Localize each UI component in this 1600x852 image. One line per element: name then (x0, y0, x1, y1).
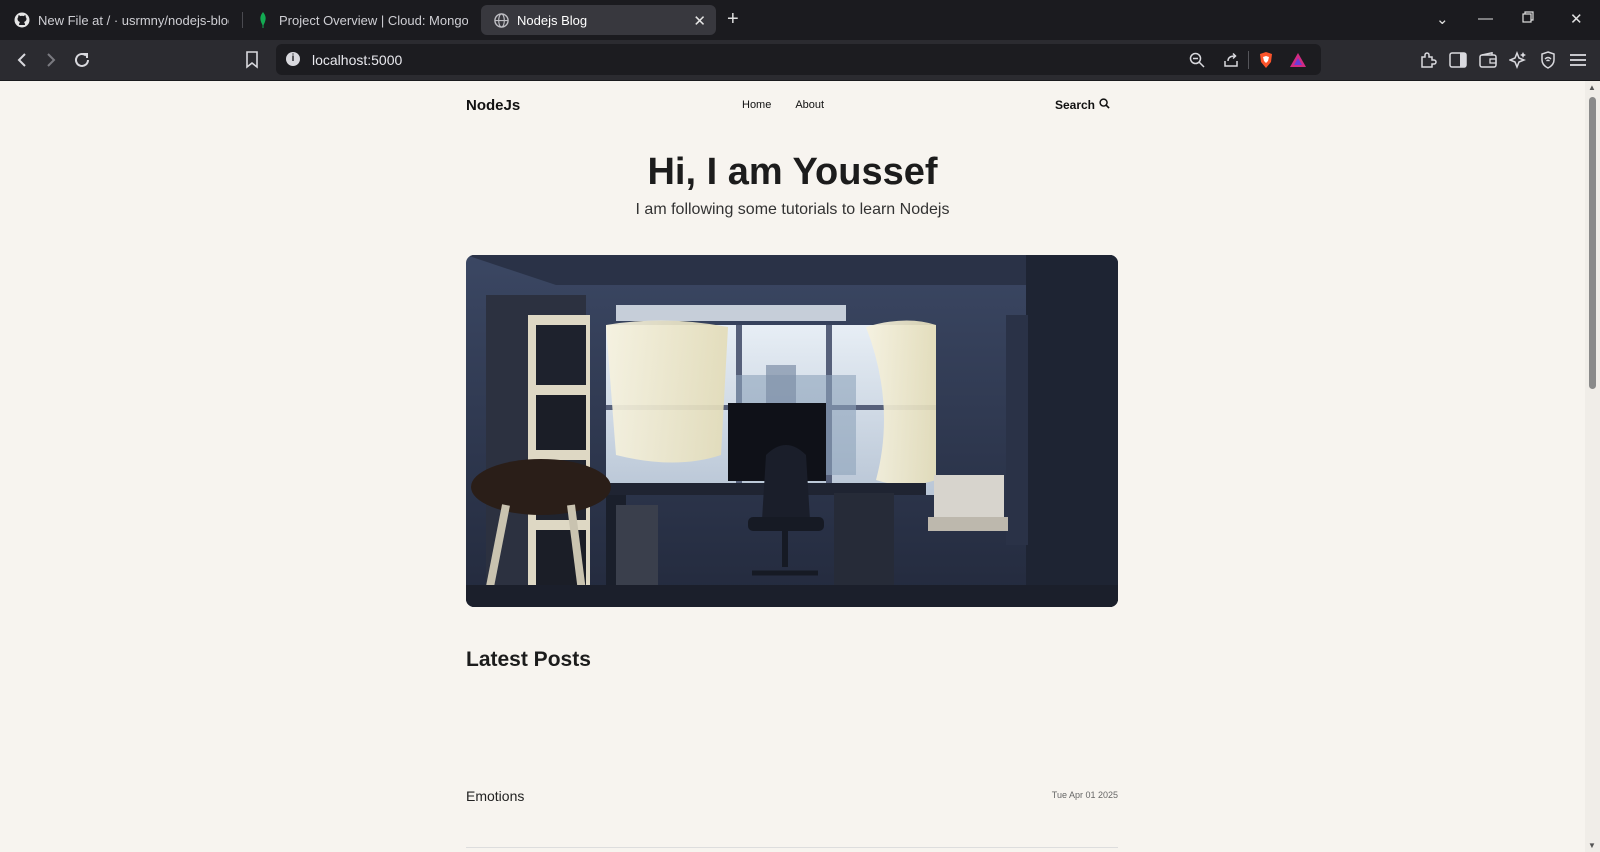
tab-title: Project Overview | Cloud: MongoDB (279, 12, 468, 28)
forward-icon[interactable] (40, 49, 62, 71)
new-tab-icon[interactable]: + (727, 8, 739, 31)
site-nav: Home About (742, 99, 824, 111)
zoom-icon[interactable] (1188, 51, 1206, 69)
scroll-up-arrow-icon[interactable]: ▲ (1588, 83, 1596, 92)
brave-shields-icon[interactable] (1257, 51, 1275, 69)
site-info-icon[interactable]: i (286, 52, 300, 66)
globe-icon (493, 12, 509, 28)
browser-tab-bar: New File at / · usrmny/nodejs-blog Proje… (0, 0, 1600, 40)
wallet-icon[interactable] (1477, 49, 1499, 71)
page-scrollbar[interactable]: ▲ ▼ (1585, 81, 1600, 852)
hero-subtitle: I am following some tutorials to learn N… (635, 201, 950, 218)
tab-mongodb[interactable]: Project Overview | Cloud: MongoDB (255, 5, 468, 35)
restore-window-icon[interactable] (1522, 10, 1534, 27)
post-list-item[interactable]: Emotions Tue Apr 01 2025 (466, 788, 1118, 816)
search-button[interactable]: Search (1055, 98, 1110, 112)
url-bar-divider (1248, 51, 1249, 69)
address-bar[interactable]: i localhost:5000 (276, 44, 1321, 75)
post-date: Tue Apr 01 2025 (1051, 790, 1118, 800)
brave-rewards-icon[interactable] (1289, 51, 1307, 69)
close-window-icon[interactable]: ✕ (1570, 10, 1583, 28)
browser-toolbar: i localhost:5000 (0, 40, 1600, 81)
tab-github[interactable]: New File at / · usrmny/nodejs-blog (14, 5, 229, 35)
search-label: Search (1054, 98, 1095, 112)
sidebar-icon[interactable] (1447, 49, 1469, 71)
share-icon[interactable] (1222, 51, 1240, 69)
search-icon (1099, 98, 1110, 112)
leo-ai-icon[interactable] (1507, 49, 1529, 71)
nav-link-home[interactable]: Home (742, 99, 771, 111)
menu-icon[interactable] (1567, 49, 1589, 71)
latest-posts-heading: Latest Posts (466, 648, 591, 671)
vpn-shield-icon[interactable] (1537, 49, 1559, 71)
scrollbar-thumb[interactable] (1589, 97, 1596, 389)
tab-title: New File at / · usrmny/nodejs-blog (38, 12, 229, 28)
post-title[interactable]: Emotions (466, 788, 524, 804)
scroll-down-arrow-icon[interactable]: ▼ (1588, 841, 1596, 850)
tab-nodejs-blog[interactable]: Nodejs Blog ✕ (481, 5, 716, 35)
site-logo[interactable]: NodeJs (466, 97, 520, 114)
tab-list-chevron-icon[interactable]: ⌄ (1436, 10, 1449, 28)
back-icon[interactable] (11, 49, 33, 71)
mongodb-leaf-icon (255, 12, 271, 28)
hero-image-room-illustration (466, 255, 1118, 607)
bookmark-icon[interactable] (241, 49, 263, 71)
nav-link-about[interactable]: About (795, 99, 824, 111)
hero-title: Hi, I am Youssef (647, 151, 938, 193)
post-divider (466, 847, 1118, 848)
tab-separator (242, 12, 243, 28)
minimize-icon[interactable]: — (1478, 10, 1493, 27)
github-icon (14, 12, 30, 28)
site-header: NodeJs Home About Search (466, 95, 1118, 125)
reload-icon[interactable] (71, 49, 93, 71)
url-text: localhost:5000 (312, 52, 403, 68)
tab-title: Nodejs Blog (517, 12, 588, 28)
extensions-icon[interactable] (1417, 49, 1439, 71)
page-content: NodeJs Home About Search Hi, I am Yousse… (0, 81, 1585, 852)
close-tab-icon[interactable]: ✕ (693, 12, 706, 30)
